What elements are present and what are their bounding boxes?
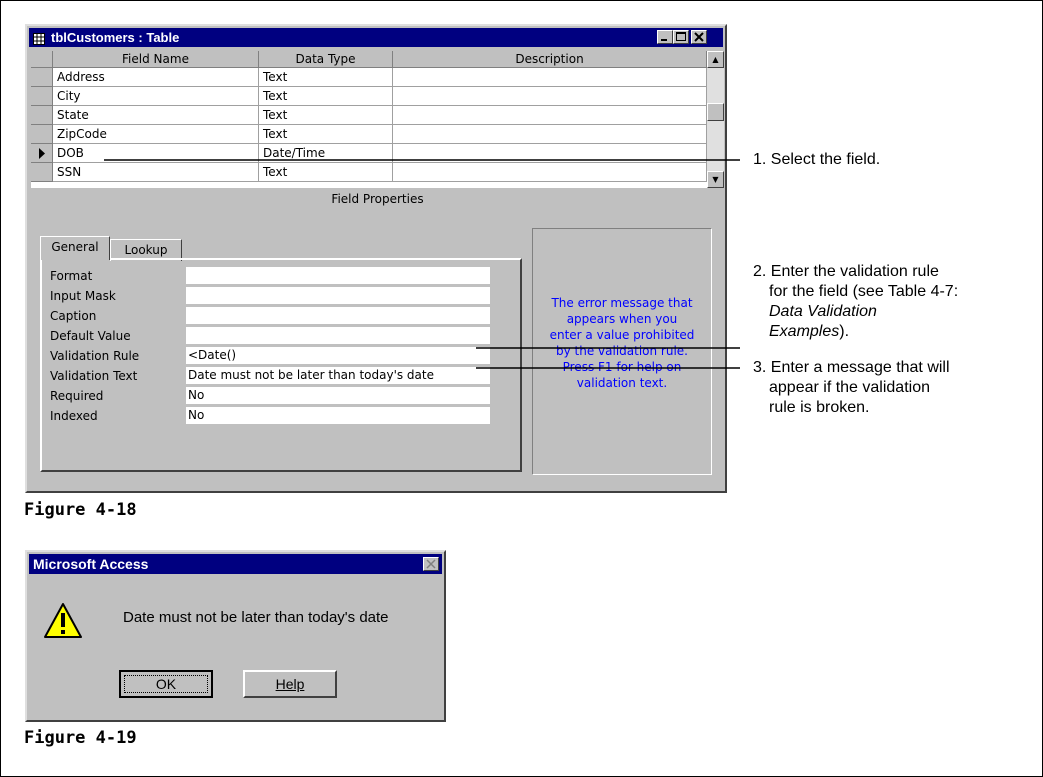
callout-2-line: for the field (see Table 4-7: — [769, 283, 959, 300]
dialog-title: Microsoft Access — [29, 554, 442, 574]
callout-3-line: appear if the validation — [769, 379, 930, 396]
callout-2: 2. Enter the validation rule for the fie… — [753, 262, 958, 342]
help-button[interactable]: Help — [243, 670, 337, 698]
callout-2-line: Data Validation — [769, 303, 877, 320]
callout-2-italic: Examples — [769, 323, 840, 340]
callout-1: 1. Select the field. — [753, 151, 881, 168]
dialog-message: Date must not be later than today's date — [123, 609, 389, 626]
callout-3: 3. Enter a message that will appear if t… — [753, 358, 950, 418]
callout-2-line: 2. Enter the validation rule — [753, 263, 939, 280]
figure-caption: Figure 4-18 — [24, 500, 137, 520]
dialog-close-button[interactable] — [423, 557, 439, 571]
warning-icon — [43, 602, 83, 645]
figure-caption: Figure 4-19 — [24, 728, 137, 748]
callout-2-tail: ). — [839, 323, 850, 340]
callout-3-line: rule is broken. — [769, 399, 870, 416]
message-dialog: Microsoft Access Date must not be later … — [25, 550, 446, 722]
callout-3-line: 3. Enter a message that will — [753, 359, 950, 376]
ok-button[interactable]: OK — [119, 670, 213, 698]
tab-general[interactable]: General — [40, 236, 110, 260]
